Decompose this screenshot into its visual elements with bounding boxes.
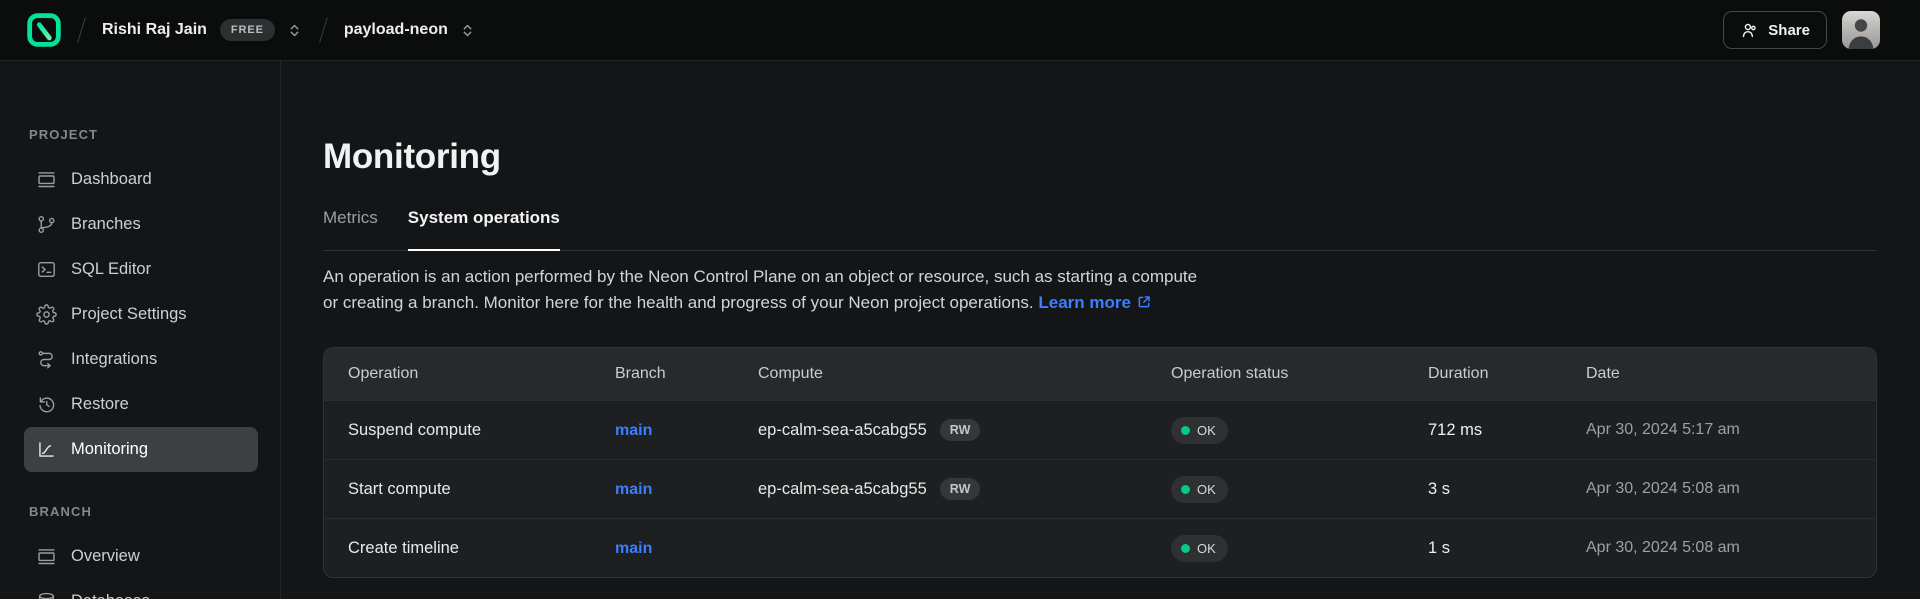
share-users-icon xyxy=(1740,21,1759,40)
overview-window-icon xyxy=(36,546,57,567)
compute-rw-badge: RW xyxy=(940,478,981,500)
tab-system-operations[interactable]: System operations xyxy=(408,200,560,251)
restore-history-icon xyxy=(36,394,57,415)
learn-more-link[interactable]: Learn more xyxy=(1038,293,1152,312)
column-header-operation: Operation xyxy=(348,365,615,383)
integrations-icon xyxy=(36,349,57,370)
sidebar-item-integrations[interactable]: Integrations xyxy=(24,337,258,382)
status-ok-dot-icon xyxy=(1181,426,1190,435)
operations-description: An operation is an action performed by t… xyxy=(323,264,1877,316)
operation-cell: Suspend compute xyxy=(348,421,615,440)
operation-cell: Start compute xyxy=(348,480,615,499)
sidebar-item-label: SQL Editor xyxy=(71,260,151,279)
status-ok-dot-icon xyxy=(1181,544,1190,553)
column-header-duration: Duration xyxy=(1428,365,1586,383)
sidebar-section-project-label: PROJECT xyxy=(0,127,280,143)
gear-icon xyxy=(36,304,57,325)
page-title: Monitoring xyxy=(323,135,1877,179)
breadcrumb-separator xyxy=(77,17,86,42)
status-badge: OK xyxy=(1171,535,1228,562)
project-selector-chevron-icon[interactable] xyxy=(459,22,476,39)
breadcrumb-project-name[interactable]: payload-neon xyxy=(344,21,448,39)
branch-link[interactable]: main xyxy=(615,540,652,557)
column-header-date: Date xyxy=(1586,365,1876,383)
git-branch-icon xyxy=(36,214,57,235)
sidebar-item-monitoring[interactable]: Monitoring xyxy=(24,427,258,472)
compute-rw-badge: RW xyxy=(940,419,981,441)
column-header-compute: Compute xyxy=(758,365,1171,383)
date-cell: Apr 30, 2024 5:17 am xyxy=(1586,421,1876,439)
share-button[interactable]: Share xyxy=(1723,11,1827,49)
status-label: OK xyxy=(1197,482,1216,497)
status-badge: OK xyxy=(1171,417,1228,444)
duration-cell: 3 s xyxy=(1428,480,1586,499)
sidebar-item-label: Project Settings xyxy=(71,305,187,324)
table-row: Start compute main ep-calm-sea-a5cabg55 … xyxy=(324,459,1876,518)
status-ok-dot-icon xyxy=(1181,485,1190,494)
column-header-operation-status: Operation status xyxy=(1171,365,1428,383)
avatar-silhouette xyxy=(1842,11,1880,49)
sidebar-item-overview[interactable]: Overview xyxy=(24,534,258,579)
breadcrumb-org-name[interactable]: Rishi Raj Jain xyxy=(102,21,207,39)
monitoring-chart-icon xyxy=(36,439,57,460)
breadcrumb-separator xyxy=(319,17,328,42)
external-link-icon xyxy=(1136,294,1152,310)
sidebar-item-label: Dashboard xyxy=(71,170,152,189)
table-row: Create timeline main OK 1 s Apr 30, 2024… xyxy=(324,518,1876,577)
duration-cell: 712 ms xyxy=(1428,421,1586,440)
dashboard-icon xyxy=(36,169,57,190)
sidebar-item-databases[interactable]: Databases xyxy=(24,579,258,599)
neon-logo-icon[interactable] xyxy=(27,13,61,47)
sidebar-item-branches[interactable]: Branches xyxy=(24,202,258,247)
sidebar-item-label: Branches xyxy=(71,215,141,234)
org-selector-chevron-icon[interactable] xyxy=(286,22,303,39)
sidebar-item-label: Databases xyxy=(71,592,150,599)
description-line-1: An operation is an action performed by t… xyxy=(323,267,1197,286)
column-header-branch: Branch xyxy=(615,365,758,383)
status-label: OK xyxy=(1197,423,1216,438)
main-content: Monitoring Metrics System operations An … xyxy=(281,61,1920,599)
sidebar-item-sql-editor[interactable]: SQL Editor xyxy=(24,247,258,292)
date-cell: Apr 30, 2024 5:08 am xyxy=(1586,539,1876,557)
sidebar-item-label: Integrations xyxy=(71,350,157,369)
tab-bar: Metrics System operations xyxy=(323,200,1877,251)
branch-link[interactable]: main xyxy=(615,481,652,498)
sidebar-item-project-settings[interactable]: Project Settings xyxy=(24,292,258,337)
compute-endpoint: ep-calm-sea-a5cabg55 xyxy=(758,421,927,440)
branch-link[interactable]: main xyxy=(615,422,652,439)
sidebar-item-label: Restore xyxy=(71,395,129,414)
table-row: Suspend compute main ep-calm-sea-a5cabg5… xyxy=(324,400,1876,459)
sidebar-item-restore[interactable]: Restore xyxy=(24,382,258,427)
plan-badge: FREE xyxy=(220,19,275,41)
tab-metrics[interactable]: Metrics xyxy=(323,200,378,251)
top-bar: Rishi Raj Jain FREE payload-neon Share xyxy=(0,0,1920,61)
sidebar-item-dashboard[interactable]: Dashboard xyxy=(24,157,258,202)
status-label: OK xyxy=(1197,541,1216,556)
operations-table: Operation Branch Compute Operation statu… xyxy=(323,347,1877,578)
compute-endpoint: ep-calm-sea-a5cabg55 xyxy=(758,480,927,499)
sidebar-item-label: Overview xyxy=(71,547,140,566)
operation-cell: Create timeline xyxy=(348,539,615,558)
database-icon xyxy=(36,591,57,599)
sidebar: PROJECT Dashboard Branches SQL Editor xyxy=(0,61,281,599)
sidebar-section-branch-label: BRANCH xyxy=(0,504,280,520)
duration-cell: 1 s xyxy=(1428,539,1586,558)
learn-more-label: Learn more xyxy=(1038,293,1131,312)
table-header-row: Operation Branch Compute Operation statu… xyxy=(324,348,1876,400)
user-avatar[interactable] xyxy=(1842,11,1880,49)
share-button-label: Share xyxy=(1768,22,1810,39)
date-cell: Apr 30, 2024 5:08 am xyxy=(1586,480,1876,498)
description-line-2: or creating a branch. Monitor here for t… xyxy=(323,293,1034,312)
status-badge: OK xyxy=(1171,476,1228,503)
sql-editor-icon xyxy=(36,259,57,280)
sidebar-item-label: Monitoring xyxy=(71,440,148,459)
